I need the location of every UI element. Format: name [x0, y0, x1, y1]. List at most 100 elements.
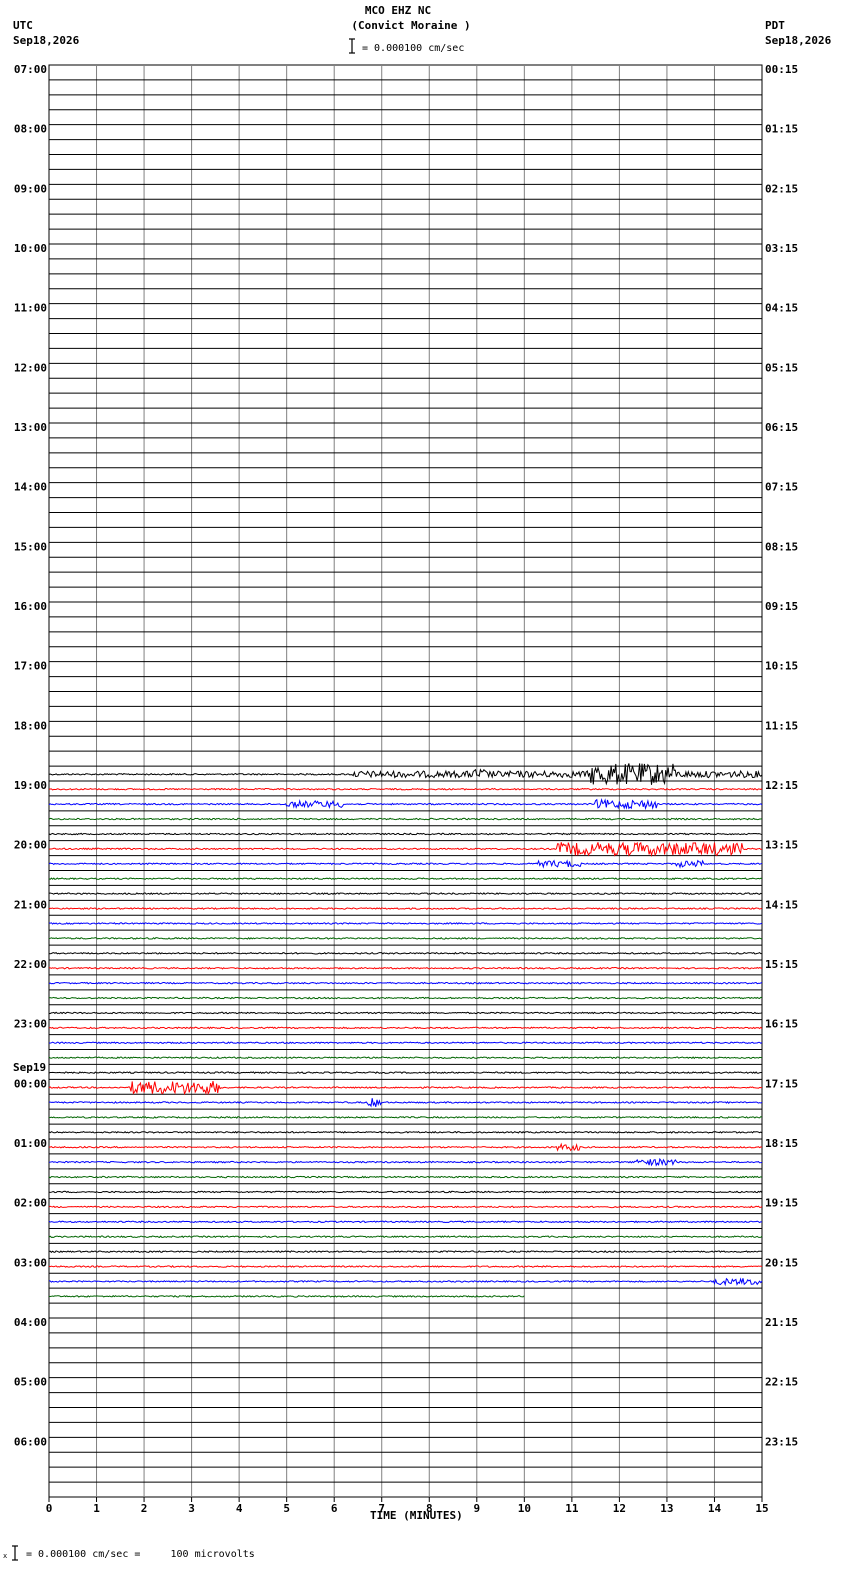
x-tick-label: 10	[518, 1502, 531, 1515]
x-tick-label: 5	[283, 1502, 290, 1515]
x-tick-label: 0	[46, 1502, 53, 1515]
trace-row-74	[48, 1175, 763, 1179]
pdt-hour-label: 01:15	[765, 123, 798, 136]
trace-row-50	[48, 817, 763, 821]
trace-row-54	[48, 877, 763, 881]
pdt-hour-label: 19:15	[765, 1197, 798, 1210]
pdt-hour-label: 13:15	[765, 839, 798, 852]
pdt-hour-label: 20:15	[765, 1256, 798, 1269]
utc-hour-label: 13:00	[14, 421, 47, 434]
trace-row-65	[48, 1041, 763, 1045]
utc-hour-label: 23:00	[14, 1018, 47, 1031]
trace-row-80	[48, 1265, 763, 1268]
pdt-hour-label: 08:15	[765, 540, 798, 553]
trace-row-78	[48, 1235, 763, 1239]
footer-marker: x	[3, 1552, 7, 1560]
pdt-hour-label: 04:15	[765, 302, 798, 315]
x-tick-label: 11	[565, 1502, 579, 1515]
pdt-hour-label: 15:15	[765, 958, 798, 971]
x-tick-label: 4	[236, 1502, 243, 1515]
trace-row-53	[48, 859, 763, 869]
trace-row-59	[48, 951, 762, 955]
utc-hour-label: 12:00	[14, 361, 47, 374]
x-tick-label: 9	[473, 1502, 480, 1515]
trace-row-48	[48, 787, 763, 791]
x-tick-label: 6	[331, 1502, 338, 1515]
trace-row-55	[48, 892, 763, 896]
utc-hour-label: 15:00	[14, 540, 47, 553]
seismogram-chart: 07:00 08:00 09:00 10:00 11:00 12:00 13:00 14:00…	[3, 38, 798, 1561]
utc-hour-label: 09:00	[14, 182, 47, 195]
x-tick-label: 8	[426, 1502, 433, 1515]
x-tick-label: 14	[708, 1502, 722, 1515]
trace-row-52	[48, 841, 763, 858]
trace-row-62	[48, 996, 763, 1000]
trace-row-81	[48, 1277, 763, 1287]
utc-hour-label: 10:00	[14, 242, 47, 255]
utc-hour-label: 18:00	[14, 719, 47, 732]
pdt-hour-label: 06:15	[765, 421, 798, 434]
pdt-hour-label: 18:15	[765, 1137, 798, 1150]
trace-row-56	[48, 907, 763, 910]
x-tick-label: 1	[93, 1502, 100, 1515]
trace-row-68	[48, 1081, 763, 1096]
utc-hour-label: 16:00	[14, 600, 47, 613]
pdt-hour-label: 02:15	[765, 182, 798, 195]
utc-hour-label: 11:00	[14, 302, 47, 315]
trace-row-66	[48, 1056, 763, 1060]
trace-row-67	[48, 1071, 762, 1075]
utc-hour-label: 01:00	[14, 1137, 47, 1150]
trace-row-58	[48, 936, 763, 940]
utc-hour-label: 05:00	[14, 1376, 47, 1389]
utc-hour-label: 14:00	[14, 481, 47, 494]
utc-hour-label: 04:00	[14, 1316, 47, 1329]
pdt-hour-label: 09:15	[765, 600, 798, 613]
x-tick-label: 15	[755, 1502, 768, 1515]
x-tick-label: 13	[660, 1502, 673, 1515]
pdt-hour-label: 16:15	[765, 1018, 798, 1031]
pdt-hour-label: 11:15	[765, 719, 798, 732]
utc-hour-label: 22:00	[14, 958, 47, 971]
utc-hour-label: 00:00	[14, 1077, 47, 1090]
pdt-hour-label: 22:15	[765, 1376, 798, 1389]
pdt-hour-label: 10:15	[765, 660, 798, 673]
trace-row-70	[48, 1115, 763, 1119]
pdt-hour-label: 12:15	[765, 779, 798, 792]
trace-row-47	[48, 763, 763, 786]
utc-hour-label: 20:00	[14, 839, 47, 852]
trace-row-76	[48, 1205, 763, 1209]
pdt-hour-label: 17:15	[765, 1077, 798, 1090]
trace-row-71	[48, 1130, 763, 1134]
pdt-hour-label: 00:15	[765, 63, 798, 76]
x-tick-label: 7	[378, 1502, 385, 1515]
trace-row-64	[48, 1026, 763, 1030]
trace-row-61	[48, 981, 763, 985]
pdt-hour-label: 14:15	[765, 898, 798, 911]
pdt-hour-label: 05:15	[765, 361, 798, 374]
utc-hour-label: 02:00	[14, 1197, 47, 1210]
utc-hour-label: 21:00	[14, 898, 47, 911]
trace-row-57	[48, 922, 763, 925]
trace-row-77	[48, 1220, 763, 1224]
utc-hour-label: 19:00	[14, 779, 47, 792]
trace-row-49	[48, 798, 763, 811]
trace-row-75	[48, 1190, 763, 1194]
trace-row-79	[48, 1250, 763, 1254]
trace-row-72	[48, 1142, 763, 1152]
utc-hour-label: 03:00	[14, 1256, 47, 1269]
pdt-hour-label: 21:15	[765, 1316, 798, 1329]
utc-hour-label: 07:00	[14, 63, 47, 76]
pdt-hour-label: 03:15	[765, 242, 798, 255]
x-tick-label: 3	[188, 1502, 195, 1515]
trace-row-69	[49, 1098, 763, 1108]
trace-row-73	[48, 1157, 763, 1167]
utc-hour-label: 08:00	[14, 123, 47, 136]
x-tick-label: 12	[613, 1502, 626, 1515]
utc-hour-label: 17:00	[14, 660, 47, 673]
pdt-hour-label: 23:15	[765, 1435, 798, 1448]
x-tick-label: 2	[141, 1502, 148, 1515]
pdt-hour-label: 07:15	[765, 481, 798, 494]
trace-row-51	[48, 832, 763, 836]
trace-row-63	[49, 1011, 763, 1015]
utc-hour-label: 06:00	[14, 1435, 47, 1448]
